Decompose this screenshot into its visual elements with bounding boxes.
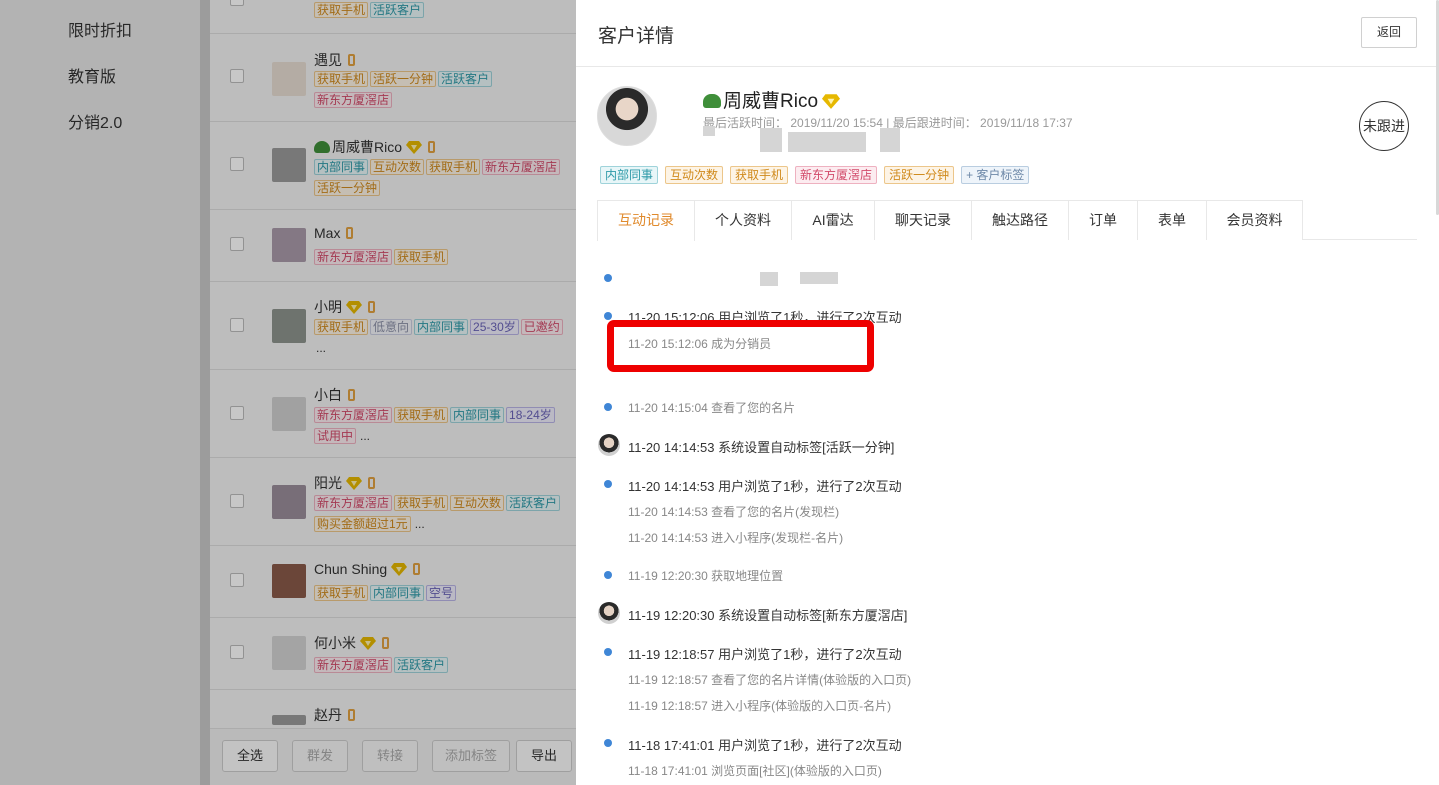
tag: 新东方厦滘店: [795, 166, 878, 184]
drawer-title: 客户详情: [598, 26, 675, 47]
timeline-event: 11-20 14:14:53 用户浏览了1秒，进行了2次互动: [628, 479, 902, 494]
tag: 内部同事: [600, 166, 659, 184]
tab-orders[interactable]: 订单: [1068, 200, 1138, 240]
tab-profile[interactable]: 个人资料: [694, 200, 792, 240]
dinosaur-icon: [703, 94, 721, 108]
timeline-dot: [604, 480, 612, 488]
timeline-dot: [604, 648, 612, 656]
tag: 互动次数: [665, 166, 724, 184]
timeline-event: 11-18 17:41:01 用户浏览了1秒，进行了2次互动: [628, 738, 902, 753]
redacted-block: [880, 128, 900, 152]
vip-diamond-icon: [822, 94, 841, 109]
timeline-dot: [604, 274, 612, 282]
timeline-dot: [604, 571, 612, 579]
tab-reach-path[interactable]: 触达路径: [971, 200, 1069, 240]
avatar: [597, 86, 657, 146]
timeline-event: 11-20 14:14:53 系统设置自动标签[活跃一分钟]: [628, 440, 895, 455]
redacted-block: [800, 272, 838, 284]
tag: 活跃一分钟: [884, 166, 955, 184]
customer-tags: 内部同事 互动次数 获取手机 新东方厦滘店 活跃一分钟 + 客户标签: [600, 166, 1036, 188]
redacted-block: [760, 128, 782, 152]
follow-status-badge[interactable]: 未跟进: [1359, 101, 1409, 151]
drawer-header: 客户详情 返回: [576, 0, 1439, 67]
tab-forms[interactable]: 表单: [1137, 200, 1207, 240]
modal-overlay[interactable]: [0, 0, 576, 785]
customer-name: 周威曹Rico: [703, 86, 841, 113]
timeline-detail: 11-19 12:20:30 获取地理位置: [628, 569, 784, 583]
timeline-event: 11-19 12:20:30 系统设置自动标签[新东方厦滘店]: [628, 608, 908, 623]
timeline-dot: [604, 739, 612, 747]
timeline-detail: 11-20 14:14:53 进入小程序(发现栏-名片): [628, 531, 844, 545]
timeline-detail: 11-19 12:18:57 查看了您的名片详情(体验版的入口页): [628, 673, 912, 687]
system-avatar: [598, 602, 620, 624]
tab-interaction-records[interactable]: 互动记录: [597, 200, 695, 241]
detail-tabs: 互动记录 个人资料 AI雷达 聊天记录 触达路径 订单 表单 会员资料: [597, 200, 1417, 241]
timeline-detail: 11-20 15:12:06 成为分销员: [628, 337, 772, 351]
timeline-dot: [604, 403, 612, 411]
tab-chat-history[interactable]: 聊天记录: [874, 200, 972, 240]
system-avatar: [598, 434, 620, 456]
timeline-detail: 11-20 14:15:04 查看了您的名片: [628, 401, 796, 415]
redacted-block: [760, 272, 778, 286]
tab-member-info[interactable]: 会员资料: [1206, 200, 1303, 240]
timeline-detail: 11-18 17:41:01 浏览页面[社区](体验版的入口页): [628, 764, 882, 778]
back-button[interactable]: 返回: [1361, 17, 1417, 48]
redacted-block: [703, 126, 715, 136]
timeline-event: 11-19 12:18:57 用户浏览了1秒，进行了2次互动: [628, 647, 902, 662]
tag: 获取手机: [730, 166, 789, 184]
tab-ai-radar[interactable]: AI雷达: [791, 200, 875, 240]
timeline-dot: [604, 312, 612, 320]
add-customer-tag-button[interactable]: + 客户标签: [961, 166, 1030, 184]
timeline-detail: 11-19 12:18:57 进入小程序(体验版的入口页-名片): [628, 699, 892, 713]
redacted-block: [788, 132, 866, 152]
timeline-detail: 11-20 14:14:53 查看了您的名片(发现栏): [628, 505, 840, 519]
customer-detail-drawer: 客户详情 返回 周威曹Rico 最后活跃时间： 2019/11/20 15:54…: [576, 0, 1439, 785]
